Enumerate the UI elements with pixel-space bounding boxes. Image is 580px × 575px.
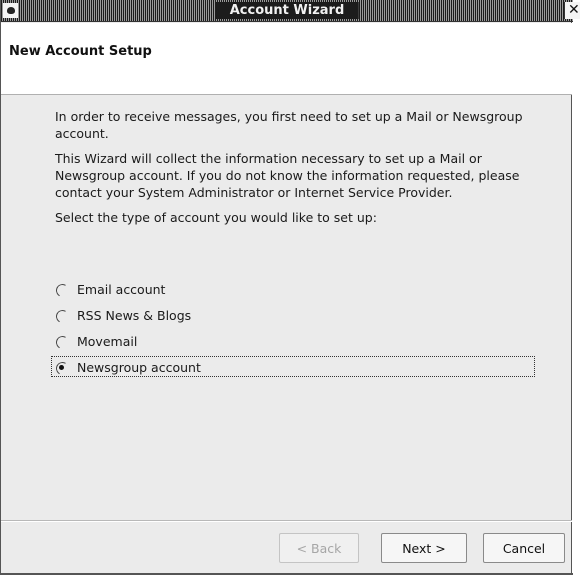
radio-rss-news-blogs[interactable]: RSS News & Blogs [55,302,203,328]
close-icon: ✕ [568,2,580,18]
title-bar[interactable]: Account Wizard ✕ [1,0,580,22]
account-type-prompt: Select the type of account you would lik… [55,210,377,225]
radio-newsgroup-account[interactable]: Newsgroup account [51,354,535,380]
radio-button-movemail[interactable] [56,336,67,347]
radio-label-rss[interactable]: RSS News & Blogs [75,307,193,324]
footer-divider [1,520,572,522]
account-wizard-window: Account Wizard ✕ New Account Setup In or… [0,0,580,575]
page-title: New Account Setup [9,44,152,59]
radio-label-email[interactable]: Email account [75,281,167,298]
window-menu-button[interactable] [3,3,18,18]
radio-email-account[interactable]: Email account [55,276,203,302]
radio-movemail[interactable]: Movemail [55,328,203,354]
radio-button-rss[interactable] [56,310,67,321]
back-button[interactable]: < Back [279,533,359,563]
intro-paragraph: In order to receive messages, you first … [55,109,523,141]
radio-button-email[interactable] [56,284,67,295]
wizard-description: In order to receive messages, you first … [55,108,535,234]
radio-button-newsgroup[interactable] [56,362,67,373]
next-button[interactable]: Next > [381,533,467,563]
focus-indicator [51,356,535,377]
cancel-button[interactable]: Cancel [483,533,565,563]
window-menu-icon [6,7,15,14]
window-title: Account Wizard [215,2,359,19]
radio-label-movemail[interactable]: Movemail [75,333,139,350]
wizard-header: New Account Setup [1,23,572,95]
close-button[interactable]: ✕ [564,2,580,19]
account-type-radio-group: Email account RSS News & Blogs Movemail … [51,276,535,380]
info-paragraph: This Wizard will collect the information… [55,151,520,200]
